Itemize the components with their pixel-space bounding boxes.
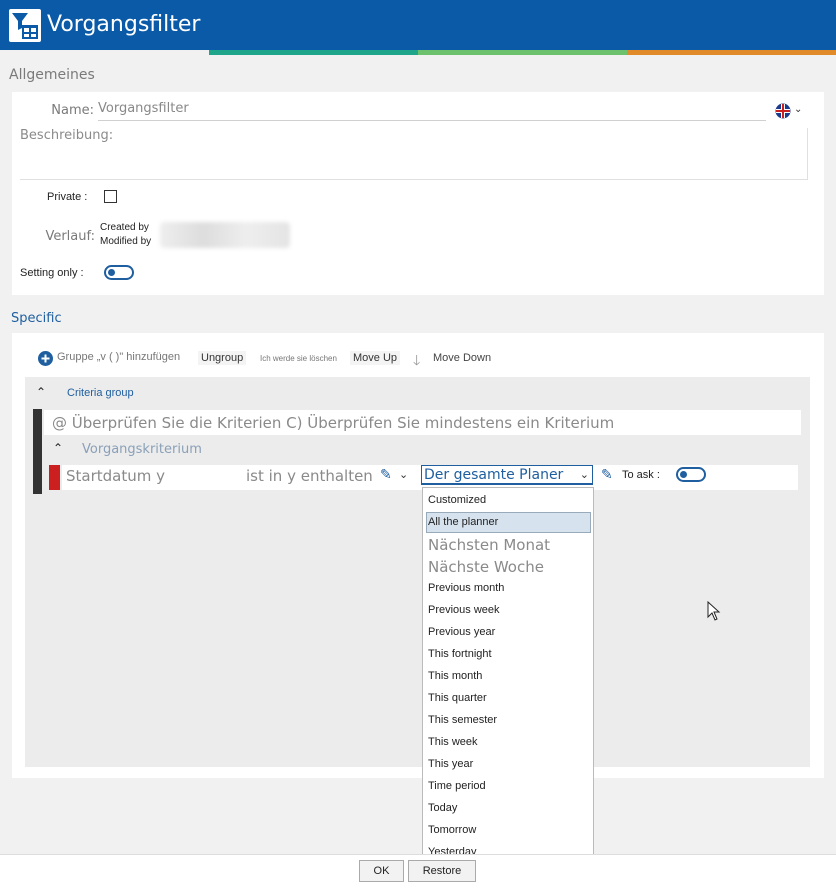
title-bar: Vorgangsfilter <box>0 0 836 50</box>
option-previous-year[interactable]: Previous year <box>428 626 495 638</box>
check-rule-text: @ Überprüfen Sie die Kriterien C) Überpr… <box>52 414 615 432</box>
ok-button[interactable]: OK <box>359 860 404 882</box>
option-next-week[interactable]: Nächste Woche <box>428 558 544 576</box>
title-stripe-teal <box>209 50 418 55</box>
move-up-button[interactable]: Move Up <box>350 351 401 365</box>
criterion-field[interactable]: Startdatum y <box>66 467 165 485</box>
option-this-week[interactable]: This week <box>428 736 478 748</box>
period-select-value: Der gesamte Planer <box>424 467 564 483</box>
criterion-label: Vorgangskriterium <box>82 442 202 457</box>
criterion-operator[interactable]: ist in y enthalten <box>246 467 373 485</box>
private-label: Private : <box>47 191 88 203</box>
section-title-specific: Specific <box>11 311 62 326</box>
criteria-area <box>25 377 810 767</box>
chevron-down-icon[interactable]: ⌄ <box>399 468 408 481</box>
toggle-knob <box>680 471 687 478</box>
history-details-redacted <box>160 222 290 248</box>
setting-only-label: Setting only : <box>20 267 84 279</box>
name-label: Name: <box>51 103 94 118</box>
pencil-icon[interactable]: ✎ <box>601 466 613 483</box>
check-rule-row[interactable]: @ Überprüfen Sie die Kriterien C) Überpr… <box>44 410 801 435</box>
option-time-period[interactable]: Time period <box>428 780 486 792</box>
language-selector[interactable]: ⌄ <box>775 103 802 122</box>
restore-button[interactable]: Restore <box>408 860 476 882</box>
uk-flag-icon <box>775 103 791 119</box>
toggle-knob <box>108 269 115 276</box>
to-ask-label: To ask : <box>622 469 660 481</box>
chevron-down-icon: ⌄ <box>579 468 589 481</box>
arrow-down-icon: 🡓 <box>413 352 421 368</box>
criterion-marker <box>49 465 60 490</box>
option-previous-week[interactable]: Previous week <box>428 604 500 616</box>
plus-circle-icon <box>38 351 53 366</box>
option-tomorrow[interactable]: Tomorrow <box>428 824 476 836</box>
option-this-month[interactable]: This month <box>428 670 482 682</box>
setting-only-toggle[interactable] <box>104 265 134 280</box>
option-this-semester[interactable]: This semester <box>428 714 497 726</box>
option-today[interactable]: Today <box>428 802 457 814</box>
general-panel <box>12 92 824 295</box>
pencil-icon[interactable]: ✎ <box>380 466 392 483</box>
option-next-month[interactable]: Nächsten Monat <box>428 536 550 554</box>
section-title-general: Allgemeines <box>9 67 95 83</box>
private-checkbox[interactable] <box>104 190 117 203</box>
description-field[interactable]: Beschreibung: <box>20 128 808 180</box>
option-this-year[interactable]: This year <box>428 758 473 770</box>
chevron-down-icon: ⌄ <box>794 104 803 115</box>
option-previous-month[interactable]: Previous month <box>428 582 504 594</box>
filter-table-icon <box>9 9 41 42</box>
delete-button[interactable]: Ich werde sie löschen <box>260 354 337 363</box>
modified-by-label: Modified by <box>100 236 152 247</box>
move-down-label: Move Down <box>433 352 492 364</box>
option-this-fortnight[interactable]: This fortnight <box>428 648 492 660</box>
mouse-cursor-icon <box>707 601 721 621</box>
collapse-group-icon[interactable]: ⌃ <box>36 385 46 399</box>
option-this-quarter[interactable]: This quarter <box>428 692 487 704</box>
period-dropdown-list: Customized All the planner Nächsten Mona… <box>422 487 594 867</box>
description-label: Beschreibung: <box>20 128 114 143</box>
collapse-criterion-icon[interactable]: ⌃ <box>53 441 63 455</box>
criteria-group-label: Criteria group <box>67 387 134 399</box>
period-select[interactable]: Der gesamte Planer ⌄ <box>421 465 593 485</box>
add-group-label: Gruppe „v ( )" hinzufügen <box>57 351 181 363</box>
name-input[interactable]: Vorgangsfilter <box>98 101 766 121</box>
option-all-the-planner[interactable]: All the planner <box>428 516 498 528</box>
ungroup-button[interactable]: Ungroup <box>198 351 247 365</box>
option-customized[interactable]: Customized <box>428 494 486 506</box>
title-stripe-green <box>418 50 627 55</box>
window-title: Vorgangsfilter <box>47 12 201 37</box>
to-ask-toggle[interactable] <box>676 467 706 482</box>
title-stripe-orange <box>627 50 836 55</box>
group-marker <box>33 409 42 494</box>
history-label: Verlauf: <box>45 229 95 244</box>
created-by-label: Created by <box>100 222 149 233</box>
